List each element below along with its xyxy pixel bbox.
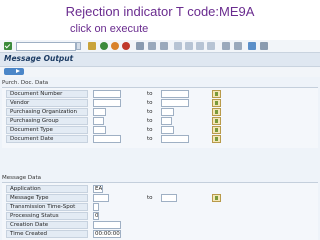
- field-label: Purchasing Group: [6, 117, 88, 125]
- field-label: Document Type: [6, 126, 88, 134]
- message-type-from[interactable]: [93, 194, 109, 202]
- previous-page-icon[interactable]: [185, 42, 193, 50]
- row-creation-date: Creation Date: [4, 221, 318, 230]
- slide-title: Rejection indicator T code:ME9A: [65, 4, 255, 19]
- multiple-selection-icon[interactable]: [212, 126, 221, 134]
- new-session-icon[interactable]: [222, 42, 230, 50]
- row-application: Application EA: [4, 185, 318, 194]
- transmission-time-spot-field[interactable]: [93, 203, 99, 211]
- to-label: to: [147, 118, 153, 124]
- to-label: to: [147, 127, 153, 133]
- field-label: Application: [6, 185, 88, 193]
- message-type-to[interactable]: [161, 194, 177, 202]
- row-document-type: Document Type to: [4, 126, 318, 135]
- document-type-to[interactable]: [161, 126, 174, 134]
- multiple-selection-icon[interactable]: [212, 108, 221, 116]
- document-number-to[interactable]: [161, 90, 189, 98]
- purchasing-group-to[interactable]: [161, 117, 172, 125]
- to-label: to: [147, 91, 153, 97]
- document-date-from[interactable]: [93, 135, 121, 143]
- multiple-selection-icon[interactable]: [212, 117, 221, 125]
- last-page-icon[interactable]: [207, 42, 215, 50]
- next-page-icon[interactable]: [196, 42, 204, 50]
- row-time-created: Time Created 00:00:00: [4, 230, 318, 239]
- section-purch-doc: Document Number to Vendor to Purchasing …: [2, 87, 318, 148]
- row-message-type: Message Type to: [4, 194, 318, 203]
- field-label: Document Number: [6, 90, 88, 98]
- check-icon[interactable]: [4, 42, 12, 50]
- title-bar: Message Output: [0, 53, 320, 67]
- purchasing-group-from[interactable]: [93, 117, 104, 125]
- row-document-number: Document Number to: [4, 90, 318, 99]
- document-type-from[interactable]: [93, 126, 106, 134]
- field-label: Message Type: [6, 194, 88, 202]
- processing-status-field[interactable]: 0: [93, 212, 99, 220]
- row-document-date: Document Date to: [4, 135, 318, 144]
- cancel-icon[interactable]: [122, 42, 130, 50]
- exit-icon[interactable]: [111, 42, 119, 50]
- field-label: Vendor: [6, 99, 88, 107]
- shortcut-icon[interactable]: [234, 42, 242, 50]
- vendor-from[interactable]: [93, 99, 121, 107]
- first-page-icon[interactable]: [174, 42, 182, 50]
- print-icon[interactable]: [136, 42, 144, 50]
- command-field[interactable]: [16, 42, 76, 51]
- save-icon[interactable]: [88, 42, 96, 50]
- standard-toolbar: [0, 40, 320, 53]
- section-message-header: Message Data: [0, 174, 320, 182]
- purchasing-organization-to[interactable]: [161, 108, 174, 116]
- help-icon[interactable]: [248, 42, 256, 50]
- time-created-field[interactable]: 00:00:00: [93, 230, 121, 238]
- field-label: Time Created: [6, 230, 88, 238]
- to-label: to: [147, 136, 153, 142]
- field-label: Transmission Time-Spot: [6, 203, 88, 211]
- field-label: Creation Date: [6, 221, 88, 229]
- row-processing-status: Processing Status 0: [4, 212, 318, 221]
- row-purchasing-organization: Purchasing Organization to: [4, 108, 318, 117]
- find-icon[interactable]: [148, 42, 156, 50]
- document-date-to[interactable]: [161, 135, 189, 143]
- field-label: Document Date: [6, 135, 88, 143]
- command-dropdown[interactable]: [76, 42, 81, 50]
- field-label: Purchasing Organization: [6, 108, 88, 116]
- field-label: Processing Status: [6, 212, 88, 220]
- multiple-selection-icon[interactable]: [212, 135, 221, 143]
- application-toolbar: [0, 67, 320, 77]
- creation-date-field[interactable]: [93, 221, 121, 229]
- to-label: to: [147, 100, 153, 106]
- row-purchasing-group: Purchasing Group to: [4, 117, 318, 126]
- screen-title: Message Output: [4, 54, 74, 63]
- slide-subtitle: click on execute: [70, 23, 149, 35]
- purchasing-organization-from[interactable]: [93, 108, 106, 116]
- layout-icon[interactable]: [260, 42, 268, 50]
- vendor-to[interactable]: [161, 99, 189, 107]
- to-label: to: [147, 195, 153, 201]
- multiple-selection-icon[interactable]: [212, 194, 221, 202]
- to-label: to: [147, 109, 153, 115]
- back-icon[interactable]: [100, 42, 108, 50]
- section-purch-doc-header: Purch. Doc. Data: [0, 79, 320, 87]
- row-vendor: Vendor to: [4, 99, 318, 108]
- multiple-selection-icon[interactable]: [212, 99, 221, 107]
- section-message: Application EA Message Type to Transmiss…: [2, 182, 318, 240]
- find-next-icon[interactable]: [160, 42, 168, 50]
- sap-window: Message Output Purch. Doc. Data Document…: [0, 40, 320, 240]
- multiple-selection-icon[interactable]: [212, 90, 221, 98]
- execute-icon[interactable]: [4, 68, 24, 75]
- row-transmission-time-spot: Transmission Time-Spot: [4, 203, 318, 212]
- document-number-from[interactable]: [93, 90, 121, 98]
- application-field[interactable]: EA: [93, 185, 103, 193]
